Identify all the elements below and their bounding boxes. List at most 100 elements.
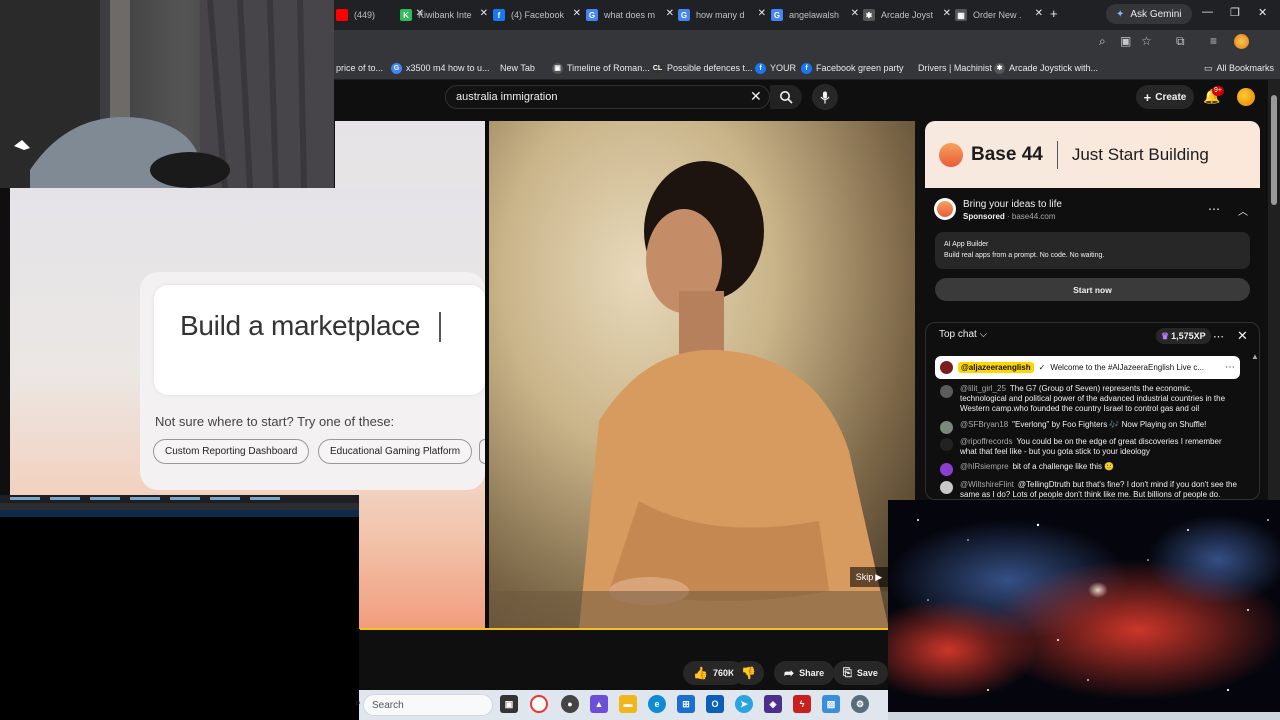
- zoom-icon[interactable]: ⌕: [1099, 34, 1106, 49]
- ad-progress-bar[interactable]: [360, 628, 888, 630]
- tab-search-icon[interactable]: ≡: [1210, 34, 1217, 48]
- minimize-icon[interactable]: —: [1202, 6, 1213, 18]
- cast-icon[interactable]: ▣: [1120, 34, 1131, 48]
- bookmark-item[interactable]: f YOUR: [755, 60, 796, 76]
- chat-message-body: @ripoffrecords You could be on the edge o…: [960, 437, 1240, 457]
- clear-search-icon[interactable]: ✕: [750, 88, 762, 105]
- ad-advertiser-logo[interactable]: [934, 198, 956, 220]
- tab-2[interactable]: f (4) Facebook ✕: [493, 4, 581, 26]
- chat-message[interactable]: @lilit_girl_25 The G7 (Group of Seven) re…: [940, 384, 1240, 414]
- app-icon-2[interactable]: ◈: [764, 695, 782, 713]
- tab-close-icon[interactable]: ✕: [573, 8, 581, 19]
- dislike-button[interactable]: 👎: [733, 661, 764, 685]
- bookmark-item[interactable]: New Tab: [500, 60, 535, 76]
- tab-label: Kiwibank Inte: [418, 10, 472, 20]
- tab-4[interactable]: Ghow many d ✕: [678, 4, 766, 26]
- all-bookmarks[interactable]: ▭ All Bookmarks: [1204, 60, 1274, 76]
- chat-author: @hlRsiempre: [960, 462, 1009, 471]
- bookmark-item[interactable]: Drivers | Machinist: [918, 60, 992, 76]
- ad-banner[interactable]: Base 44 Just Start Building: [925, 121, 1260, 188]
- tab-1[interactable]: K Kiwibank Inte ✕: [400, 4, 488, 26]
- tab-close-icon[interactable]: ✕: [666, 8, 674, 19]
- chrome-icon[interactable]: [530, 695, 548, 713]
- app-icon-3[interactable]: ϟ: [793, 695, 811, 713]
- profile-avatar[interactable]: [1234, 34, 1249, 49]
- verified-icon: ✓: [1038, 363, 1046, 372]
- edge-icon[interactable]: e: [648, 695, 666, 713]
- tab-close-icon[interactable]: ✕: [943, 8, 951, 19]
- tab-close-icon[interactable]: ✕: [758, 8, 766, 19]
- search-button[interactable]: [770, 85, 802, 109]
- extensions-icon[interactable]: ⧉: [1176, 34, 1185, 49]
- folder-icon: ▭: [1204, 62, 1213, 73]
- bookmark-star-icon[interactable]: ☆: [1141, 34, 1152, 48]
- taskbar-search-icon[interactable]: ⌕: [355, 697, 361, 710]
- skip-ad-button[interactable]: Skip ▶: [850, 567, 888, 587]
- start-now-button[interactable]: Start now: [935, 278, 1250, 301]
- bookmark-item[interactable]: f Facebook green party: [801, 60, 904, 76]
- chat-more-icon[interactable]: ⋯: [1213, 330, 1224, 343]
- ask-gemini-button[interactable]: ✦ Ask Gemini: [1106, 4, 1192, 24]
- tab-6[interactable]: ✱ Arcade Joyst ✕: [863, 4, 951, 26]
- scrollbar-thumb[interactable]: [1271, 95, 1277, 205]
- bookmark-favicon-icon: CL: [652, 62, 663, 74]
- bookmark-item[interactable]: CL Possible defences t...: [652, 60, 753, 76]
- bookmark-item[interactable]: Gx3500 m4 how to u...: [391, 60, 490, 76]
- obs-icon[interactable]: ●: [561, 695, 579, 713]
- app-icon-1[interactable]: ▲: [590, 695, 608, 713]
- store-icon[interactable]: ⊞: [677, 695, 695, 713]
- tab-5[interactable]: Gangelawalsh ✕: [771, 4, 859, 26]
- bookmark-item[interactable]: ✱ Arcade Joystick with...: [994, 60, 1098, 76]
- tab-label: angelawalsh: [789, 10, 840, 20]
- xp-badge[interactable]: ♛ 1,575XP: [1156, 328, 1211, 344]
- create-button[interactable]: + Create: [1136, 85, 1194, 109]
- save-button[interactable]: ⎘ Save: [833, 661, 888, 685]
- tab-close-icon[interactable]: ✕: [851, 8, 859, 19]
- pinned-more-icon[interactable]: ⋯: [1225, 362, 1235, 373]
- tab-3[interactable]: Gwhat does m ✕: [586, 4, 674, 26]
- tab-close-icon[interactable]: ✕: [480, 8, 488, 19]
- chat-message-body: @WiltshireFlint @TellingDtruth but that's…: [960, 480, 1240, 500]
- bookmark-item[interactable]: ▣ Timeline of Roman...: [552, 60, 650, 76]
- tab-favicon-icon: ▦: [955, 9, 967, 21]
- file-explorer-icon[interactable]: ▬: [619, 695, 637, 713]
- ad-title[interactable]: Bring your ideas to life: [963, 199, 1062, 210]
- maximize-icon[interactable]: ❐: [1230, 6, 1240, 19]
- telegram-icon[interactable]: ➤: [735, 695, 753, 713]
- settings-icon[interactable]: ⚙: [851, 695, 869, 713]
- thumbs-down-icon: 👎: [741, 666, 756, 680]
- chat-message[interactable]: @ripoffrecords You could be on the edge o…: [940, 437, 1240, 457]
- photos-icon[interactable]: ▨: [822, 695, 840, 713]
- share-button[interactable]: ➦ Share: [774, 661, 835, 685]
- chat-message[interactable]: @WiltshireFlint @TellingDtruth but that's…: [940, 480, 1240, 500]
- youtube-search-input[interactable]: australia immigration: [445, 85, 770, 109]
- youtube-avatar[interactable]: [1237, 88, 1255, 106]
- tab-7[interactable]: ▦ Order New . ✕: [955, 4, 1043, 26]
- bookmark-label: Drivers | Machinist: [918, 63, 992, 73]
- gemini-icon: ✦: [1116, 8, 1125, 20]
- taskbar-search-box[interactable]: Search: [363, 694, 493, 716]
- chat-message[interactable]: @hlRsiempre bit of a challenge like this …: [940, 462, 1240, 476]
- thumbs-up-icon: 👍: [693, 666, 708, 680]
- pinned-message[interactable]: @aljazeeraenglish ✓ Welcome to the #AlJa…: [935, 356, 1240, 379]
- collapse-icon[interactable]: ︿: [1238, 203, 1248, 218]
- ad-box-body: Build real apps from a prompt. No code. …: [944, 252, 1105, 259]
- tab-close-icon[interactable]: ✕: [1035, 8, 1043, 19]
- window-close-icon[interactable]: ✕: [1258, 6, 1267, 19]
- voice-search-button[interactable]: [812, 84, 838, 110]
- chat-scroll-up-icon[interactable]: ▲: [1251, 352, 1259, 361]
- chat-message[interactable]: @SFBryan18 "Everlong" by Foo Fighters 🎶 N…: [940, 420, 1240, 434]
- ad-suggest-text: Not sure where to start? Try one of thes…: [155, 414, 395, 429]
- bookmark-item[interactable]: price of to...: [336, 60, 383, 76]
- chat-avatar: [940, 421, 953, 434]
- chevron-down-icon: ⌵: [979, 329, 988, 340]
- task-view-icon[interactable]: ▣: [500, 695, 518, 713]
- ad-info-box: AI App Builder Build real apps from a pr…: [935, 232, 1250, 269]
- base44-logo-icon: [939, 142, 963, 167]
- new-tab-button[interactable]: +: [1050, 6, 1058, 21]
- tab-favicon-icon: K: [400, 9, 412, 21]
- outlook-icon[interactable]: O: [706, 695, 724, 713]
- ad-more-icon[interactable]: ⋯: [1208, 202, 1220, 216]
- close-chat-icon[interactable]: ✕: [1237, 328, 1248, 344]
- chat-mode-dropdown[interactable]: Top chat ⌵: [939, 329, 987, 340]
